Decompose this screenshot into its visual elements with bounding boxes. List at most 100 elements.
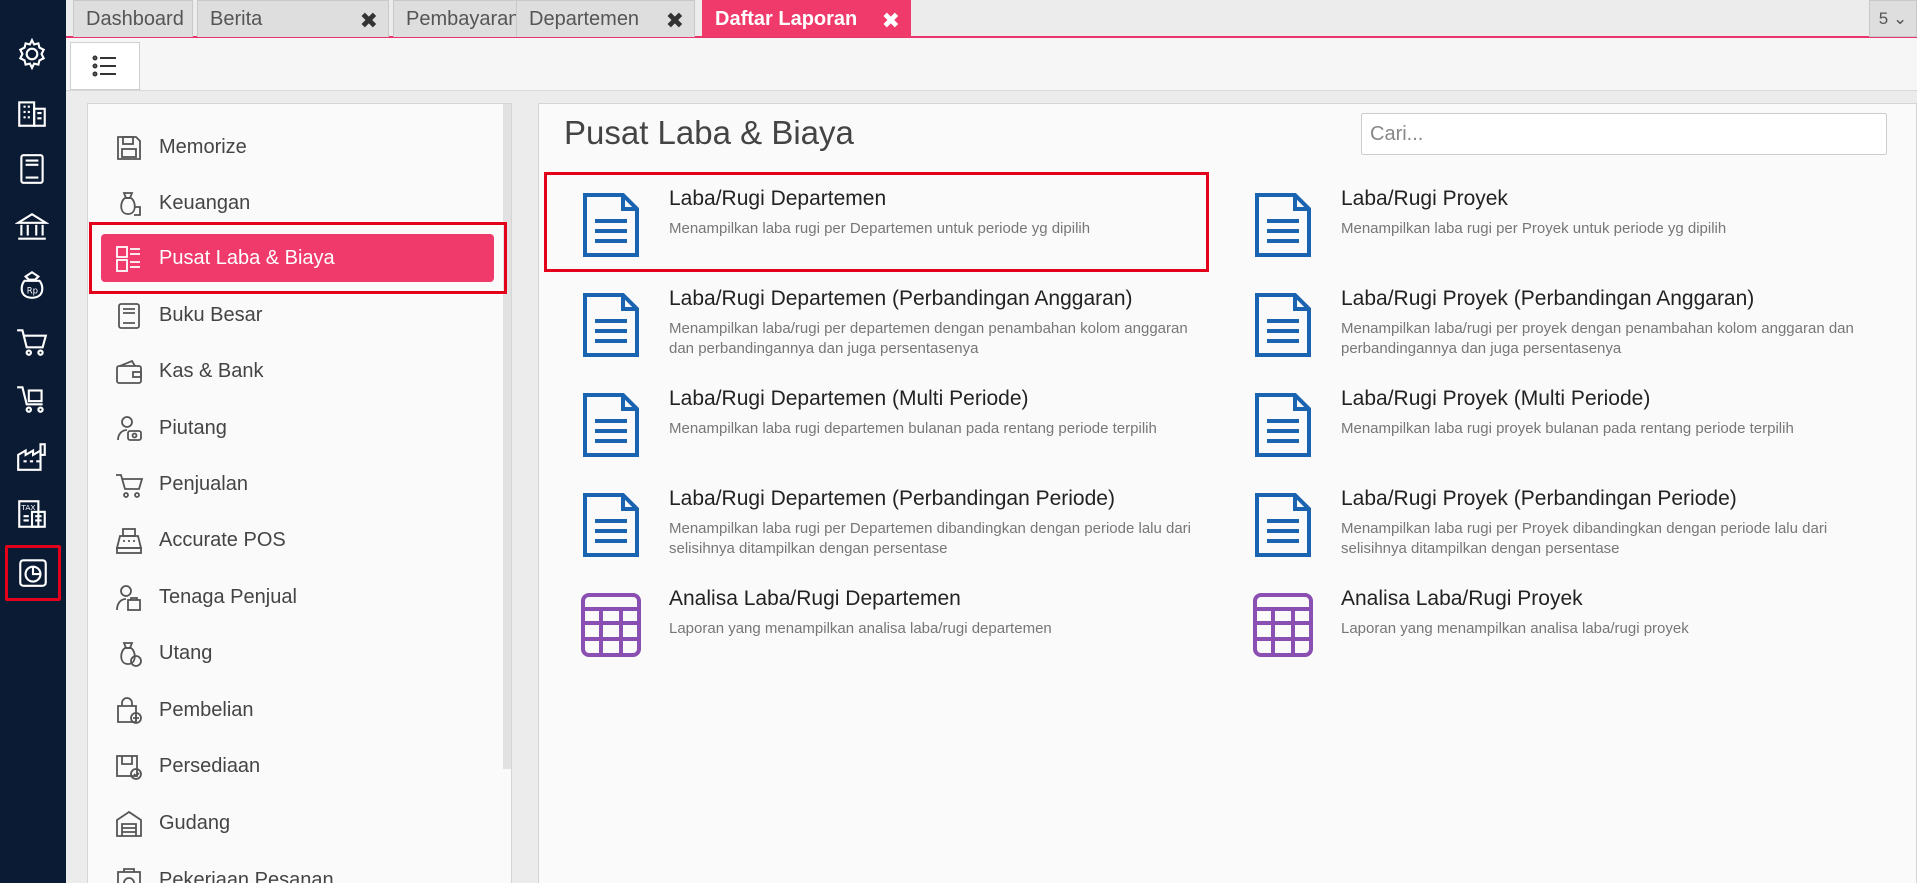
sidebar-item-label: Piutang <box>159 417 227 439</box>
report-title: Laba/Rugi Departemen (Perbandingan Perio… <box>669 487 1115 510</box>
sidebar-item-persediaan[interactable]: Persediaan <box>88 742 504 792</box>
grid-table-icon <box>581 593 641 657</box>
rail-money[interactable]: Rp <box>10 263 54 307</box>
sidebar-item-label: Kas & Bank <box>159 360 264 382</box>
tab-label: Berita <box>210 7 263 30</box>
tab-dashboard[interactable]: Dashboard <box>73 0 193 37</box>
tab-berita[interactable]: Berita ✖ <box>197 0 389 37</box>
tab-bar: Dashboard Berita ✖ Pembayaran ✖ Departem… <box>66 0 1917 38</box>
report-item-departemen-perbandingan-anggaran[interactable]: Laba/Rugi Departemen (Perbandingan Angga… <box>539 279 1188 369</box>
list-view-button[interactable] <box>70 42 140 90</box>
sidebar-item-pekerjaan-pesanan[interactable]: Pekerjaan Pesanan <box>88 856 504 883</box>
tab-label: Departemen <box>529 7 640 30</box>
rail-company[interactable] <box>10 91 54 135</box>
svg-text:Rp: Rp <box>27 287 38 297</box>
sidebar-item-utang[interactable]: Utang <box>88 629 504 679</box>
report-item-analisa-proyek[interactable]: Analisa Laba/Rugi Proyek Laporan yang me… <box>1211 579 1851 669</box>
document-icon <box>583 393 639 457</box>
close-icon[interactable]: ✖ <box>360 8 378 34</box>
wallet-icon <box>116 359 142 384</box>
rail-purchase[interactable] <box>10 377 54 421</box>
tab-label: Dashboard <box>86 7 184 30</box>
rail-inventory[interactable] <box>10 435 54 479</box>
svg-text:TAX: TAX <box>20 503 35 512</box>
rail-sales[interactable] <box>10 320 54 364</box>
close-icon[interactable]: ✖ <box>666 8 684 34</box>
rail-reports[interactable] <box>5 545 61 601</box>
shopping-bag-icon <box>117 697 142 724</box>
report-description: Menampilkan laba rugi departemen bulanan… <box>669 420 1157 437</box>
sidebar-item-label: Tenaga Penjual <box>159 586 297 608</box>
tab-count-dropdown[interactable]: 5 ⌄ <box>1869 0 1917 37</box>
warehouse-icon <box>116 810 142 837</box>
sidebar-item-accurate-pos[interactable]: Accurate POS <box>88 516 504 566</box>
sidebar-item-tenaga-penjual[interactable]: Tenaga Penjual <box>88 573 504 623</box>
sidebar-item-label: Buku Besar <box>159 304 263 326</box>
debt-icon <box>120 642 142 667</box>
rail-tax[interactable]: TAX <box>10 492 54 536</box>
report-item-proyek-perbandingan-periode[interactable]: Laba/Rugi Proyek (Perbandingan Periode) … <box>1211 479 1851 569</box>
sidebar-scrollbar[interactable] <box>503 104 511 769</box>
document-icon <box>1255 493 1311 557</box>
floppy-icon <box>117 136 141 160</box>
tab-daftar-laporan[interactable]: Daftar Laporan ✖ <box>702 0 911 37</box>
building-icon <box>18 101 46 127</box>
report-title: Laba/Rugi Departemen (Multi Periode) <box>669 387 1029 410</box>
close-icon[interactable]: ✖ <box>882 8 900 34</box>
report-description: Menampilkan laba rugi per Proyek untuk p… <box>1341 220 1727 237</box>
report-item-proyek-perbandingan-anggaran[interactable]: Laba/Rugi Proyek (Perbandingan Anggaran)… <box>1211 279 1854 369</box>
document-icon <box>1255 293 1311 357</box>
inventory-icon <box>116 755 142 780</box>
report-item-analisa-departemen[interactable]: Analisa Laba/Rugi Departemen Laporan yan… <box>539 579 1179 669</box>
sidebar-highlight-annotation <box>89 222 507 294</box>
toolbar <box>66 38 1917 91</box>
tab-label: Pembayaran <box>406 7 520 30</box>
rail-book[interactable] <box>10 147 54 191</box>
report-description: Laporan yang menampilkan analisa laba/ru… <box>669 620 1052 637</box>
document-icon <box>583 293 639 357</box>
report-item-laba-rugi-proyek[interactable]: Laba/Rugi Proyek Menampilkan laba rugi p… <box>1211 179 1851 269</box>
document-icon <box>1255 193 1311 257</box>
sidebar-item-label: Persediaan <box>159 755 261 777</box>
ledger-icon <box>118 303 140 329</box>
rail-settings[interactable] <box>10 32 54 76</box>
sidebar-item-gudang[interactable]: Gudang <box>88 799 504 849</box>
app-rail: Rp TAX <box>0 0 66 883</box>
sidebar-item-buku-besar[interactable]: Buku Besar <box>88 291 504 341</box>
rail-bank[interactable] <box>10 205 54 249</box>
book-icon <box>20 154 44 184</box>
tab-label: Daftar Laporan <box>715 7 858 30</box>
search-input[interactable] <box>1361 113 1887 155</box>
cart-box-icon <box>17 386 44 413</box>
report-category-sidebar: Memorize Keuangan Pusat Laba & Biaya Buk… <box>87 103 512 883</box>
sidebar-item-penjualan[interactable]: Penjualan <box>88 460 504 510</box>
report-title: Analisa Laba/Rugi Proyek <box>1341 587 1583 610</box>
report-title: Laba/Rugi Proyek (Perbandingan Periode) <box>1341 487 1737 510</box>
sidebar-item-label: Accurate POS <box>159 529 286 551</box>
sidebar-item-memorize[interactable]: Memorize <box>88 123 504 173</box>
tab-departemen[interactable]: Departemen ✖ <box>516 0 695 37</box>
report-description: Menampilkan laba/rugi per proyek dengan … <box>1341 320 1854 357</box>
rupiah-bag-icon: Rp <box>20 270 44 299</box>
report-title: Analisa Laba/Rugi Departemen <box>669 587 961 610</box>
report-title: Laba/Rugi Departemen (Perbandingan Angga… <box>669 287 1133 310</box>
sidebar-item-label: Pekerjaan Pesanan <box>159 869 334 883</box>
cart-icon <box>116 474 144 498</box>
sidebar-item-label: Utang <box>159 642 213 664</box>
sidebar-item-pembelian[interactable]: Pembelian <box>88 686 504 736</box>
cash-register-icon <box>115 528 143 554</box>
report-item-departemen-multi-periode[interactable]: Laba/Rugi Departemen (Multi Periode) Men… <box>539 379 1179 469</box>
report-description: Laporan yang menampilkan analisa laba/ru… <box>1341 620 1689 637</box>
report-description: Menampilkan laba rugi proyek bulanan pad… <box>1341 420 1794 437</box>
page-title: Pusat Laba & Biaya <box>564 114 854 151</box>
report-description: Menampilkan laba rugi per Proyek dibandi… <box>1341 520 1828 557</box>
report-chart-icon <box>19 559 47 587</box>
report-item-departemen-perbandingan-periode[interactable]: Laba/Rugi Departemen (Perbandingan Perio… <box>539 479 1191 569</box>
report-title: Laba/Rugi Proyek <box>1341 187 1508 210</box>
document-icon <box>583 493 639 557</box>
list-icon <box>92 55 116 77</box>
report-item-proyek-multi-periode[interactable]: Laba/Rugi Proyek (Multi Periode) Menampi… <box>1211 379 1851 469</box>
sidebar-item-piutang[interactable]: Piutang <box>88 404 504 454</box>
job-order-icon <box>117 868 141 883</box>
sidebar-item-kas-bank[interactable]: Kas & Bank <box>88 347 504 397</box>
